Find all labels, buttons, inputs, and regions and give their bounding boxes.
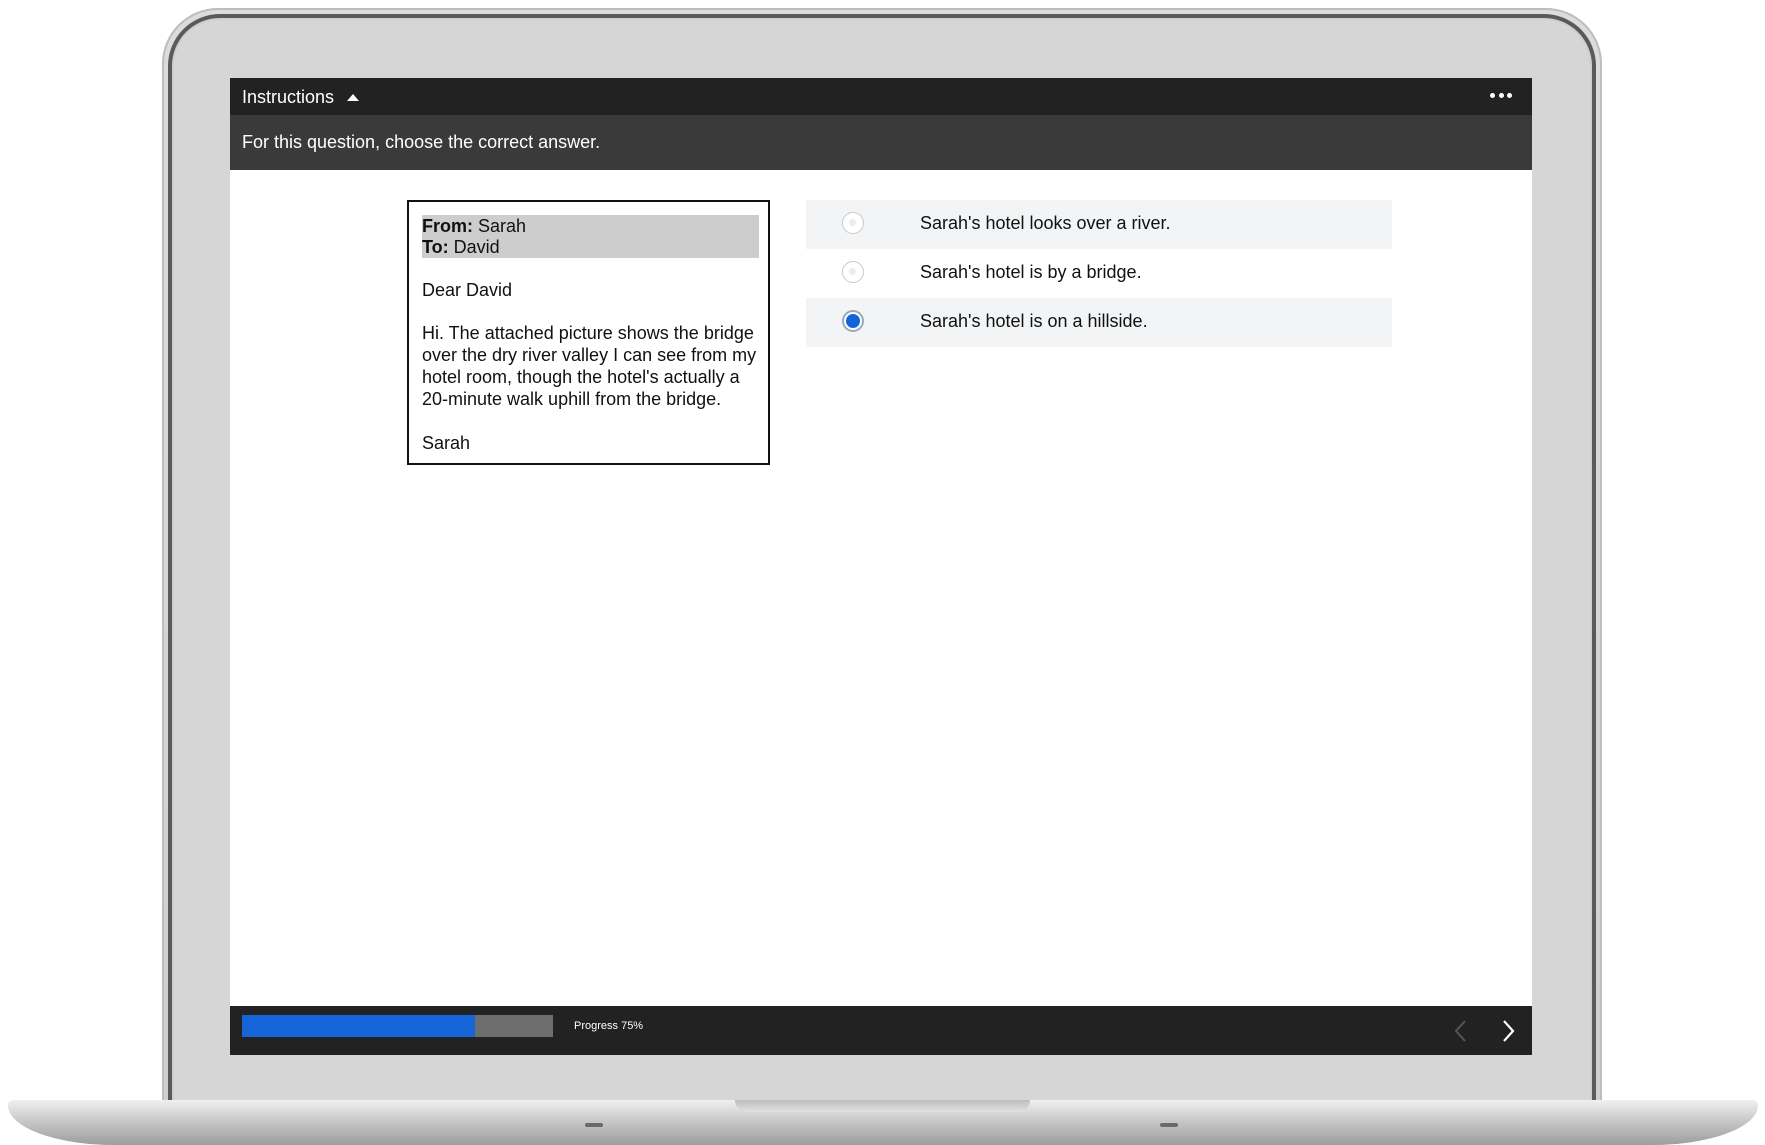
previous-button[interactable]	[1448, 1016, 1474, 1046]
laptop-foot	[1160, 1123, 1178, 1127]
answer-option-3[interactable]: Sarah's hotel is on a hillside.	[806, 298, 1392, 347]
more-horizontal-icon-dot	[1490, 92, 1495, 98]
instruction-text: For this question, choose the correct an…	[242, 132, 601, 152]
top-bar: Instructions	[230, 78, 1532, 115]
email-to: To: David	[422, 236, 500, 258]
chevron-right-icon	[1503, 1020, 1515, 1042]
from-label: From:	[422, 216, 473, 236]
answer-option-label: Sarah's hotel is on a hillside.	[920, 311, 1148, 331]
instructions-panel: For this question, choose the correct an…	[230, 115, 1532, 170]
laptop-foot	[585, 1123, 603, 1127]
email-header: From: Sarah To: David	[422, 215, 759, 258]
answer-option-label: Sarah's hotel looks over a river.	[920, 213, 1171, 233]
radio-button[interactable]	[842, 261, 864, 283]
instructions-label: Instructions	[242, 86, 335, 107]
more-horizontal-icon-dot	[1507, 92, 1512, 98]
radio-button-selected[interactable]	[842, 310, 864, 332]
email-card: From: Sarah To: David Dear David Hi. The…	[407, 200, 770, 465]
instructions-toggle[interactable]: Instructions	[242, 85, 360, 109]
screen: Instructions For this question, choose t…	[230, 78, 1532, 1055]
chevron-left-icon	[1454, 1020, 1466, 1042]
more-options-button[interactable]	[1490, 90, 1512, 100]
email-greeting: Dear David	[422, 280, 513, 300]
answer-option-2[interactable]: Sarah's hotel is by a bridge.	[806, 249, 1392, 298]
progress-fill	[242, 1015, 476, 1037]
progress-label: Progress 75%	[574, 1020, 644, 1032]
to-value: David	[448, 237, 500, 257]
laptop-hinge-notch	[735, 1100, 1030, 1112]
more-horizontal-icon-dot	[1498, 92, 1504, 98]
answer-option-label: Sarah's hotel is by a bridge.	[920, 262, 1142, 282]
to-label: To:	[422, 237, 449, 257]
progress-bar	[242, 1015, 553, 1037]
answer-option-1[interactable]: Sarah's hotel looks over a river.	[806, 200, 1392, 249]
radio-button[interactable]	[842, 212, 864, 234]
caret-up-icon	[347, 93, 360, 101]
next-button[interactable]	[1495, 1016, 1521, 1046]
bottom-bar: Progress 75%	[230, 1006, 1532, 1055]
email-body: Hi. The attached picture shows the bridg…	[422, 323, 757, 409]
answer-options: Sarah's hotel looks over a river. Sarah'…	[806, 200, 1392, 347]
from-value: Sarah	[473, 216, 527, 236]
email-signature: Sarah	[422, 433, 471, 453]
email-from: From: Sarah	[422, 215, 526, 237]
